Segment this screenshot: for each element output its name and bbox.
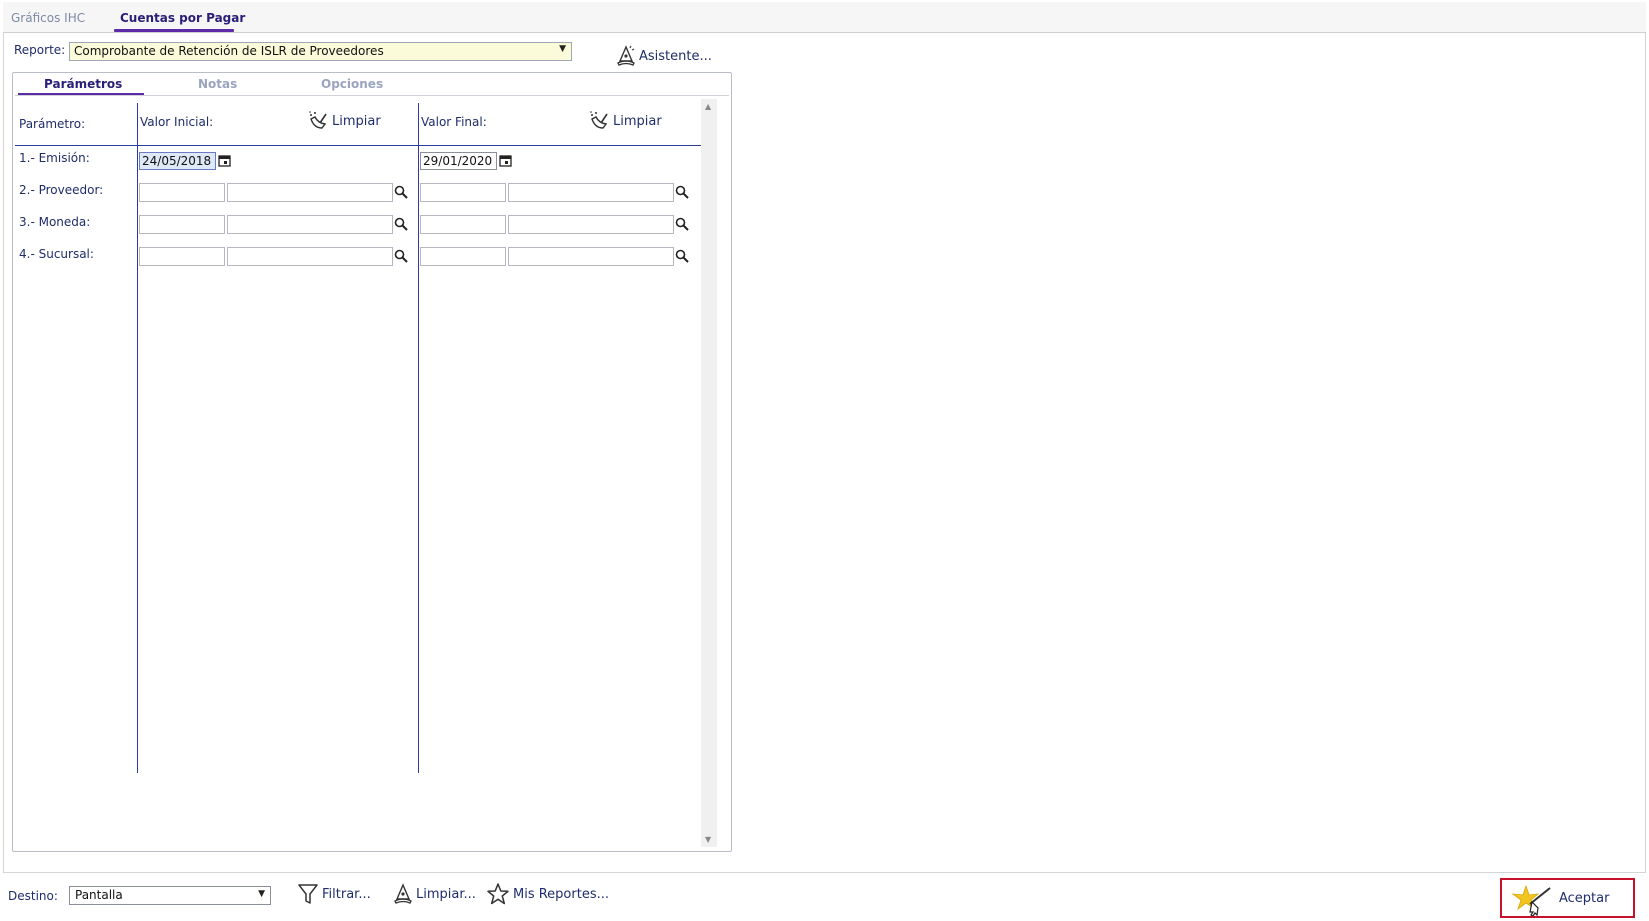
filter-label: Filtrar...	[322, 886, 371, 902]
param-label-proveedor: 2.- Proveedor:	[19, 183, 104, 197]
proveedor-initial-name-input[interactable]	[227, 183, 393, 202]
panel-tab-divider	[15, 95, 729, 96]
search-icon[interactable]	[394, 249, 408, 263]
param-label-moneda: 3.- Moneda:	[19, 215, 91, 229]
panel-scrollbar[interactable]: ▲ ▼	[701, 99, 717, 847]
tab-graficos-ihc[interactable]: Gráficos IHC	[11, 11, 85, 25]
clear-final-button[interactable]: Limpiar	[589, 111, 662, 131]
wizard-label: Asistente...	[639, 48, 712, 64]
emision-final-date-input[interactable]	[420, 152, 497, 170]
sucursal-final-name-input[interactable]	[508, 247, 674, 266]
filter-button[interactable]: Filtrar...	[297, 882, 371, 906]
accept-button[interactable]: Aceptar	[1500, 878, 1635, 918]
tab-opciones[interactable]: Opciones	[321, 77, 383, 91]
proveedor-initial-code-input[interactable]	[139, 183, 225, 202]
clear-initial-button[interactable]: Limpiar	[308, 111, 381, 131]
param-label-sucursal: 4.- Sucursal:	[19, 247, 94, 261]
moneda-final-name-input[interactable]	[508, 215, 674, 234]
proveedor-final-name-input[interactable]	[508, 183, 674, 202]
param-column-header: Parámetro:	[19, 117, 86, 131]
clear-all-button[interactable]: Limpiar...	[393, 882, 476, 906]
broom-icon	[590, 111, 608, 129]
active-tab-indicator	[114, 29, 234, 32]
star-icon	[487, 883, 509, 905]
sucursal-initial-name-input[interactable]	[227, 247, 393, 266]
parameters-panel: Parámetros Notas Opciones Parámetro: Val…	[12, 72, 732, 852]
clear-all-label: Limpiar...	[416, 886, 476, 902]
search-icon[interactable]	[394, 185, 408, 199]
top-tab-bar: Gráficos IHC Cuentas por Pagar	[3, 2, 1646, 33]
initial-value-header: Valor Inicial:	[140, 115, 214, 129]
clear-initial-label: Limpiar	[332, 113, 381, 129]
header-divider	[15, 145, 701, 146]
search-icon[interactable]	[675, 249, 689, 263]
magic-wand-icon	[1511, 884, 1551, 916]
tab-parametros[interactable]: Parámetros	[44, 77, 122, 91]
destination-select[interactable]: Pantalla ▼	[69, 886, 271, 905]
my-reports-button[interactable]: Mis Reportes...	[486, 882, 609, 906]
search-icon[interactable]	[675, 185, 689, 199]
column-divider	[137, 103, 138, 773]
scroll-up-icon[interactable]: ▲	[705, 102, 711, 111]
emision-initial-date-input[interactable]	[139, 152, 216, 170]
dropdown-arrow-icon: ▼	[559, 44, 566, 54]
search-icon[interactable]	[394, 217, 408, 231]
report-label: Reporte:	[14, 43, 66, 57]
search-icon[interactable]	[675, 217, 689, 231]
tab-cuentas-por-pagar[interactable]: Cuentas por Pagar	[120, 11, 245, 25]
dropdown-arrow-icon: ▼	[258, 889, 265, 899]
funnel-icon	[298, 884, 318, 904]
moneda-final-code-input[interactable]	[420, 215, 506, 234]
report-select-value: Comprobante de Retención de ISLR de Prov…	[74, 44, 384, 58]
accept-label: Aceptar	[1559, 891, 1610, 906]
sucursal-initial-code-input[interactable]	[139, 247, 225, 266]
report-select[interactable]: Comprobante de Retención de ISLR de Prov…	[69, 42, 572, 61]
param-label-emision: 1.- Emisión:	[19, 151, 90, 165]
wizard-hat-icon	[394, 883, 412, 904]
scroll-down-icon[interactable]: ▼	[705, 835, 711, 844]
destination-label: Destino:	[8, 889, 58, 903]
wizard-button[interactable]: Asistente...	[616, 45, 712, 67]
final-value-header: Valor Final:	[421, 115, 487, 129]
proveedor-final-code-input[interactable]	[420, 183, 506, 202]
column-divider	[418, 103, 419, 773]
broom-icon	[309, 111, 327, 129]
calendar-icon[interactable]	[499, 154, 512, 167]
destination-select-value: Pantalla	[75, 888, 123, 902]
my-reports-label: Mis Reportes...	[513, 886, 609, 902]
moneda-initial-code-input[interactable]	[139, 215, 225, 234]
clear-final-label: Limpiar	[613, 113, 662, 129]
moneda-initial-name-input[interactable]	[227, 215, 393, 234]
sucursal-final-code-input[interactable]	[420, 247, 506, 266]
calendar-icon[interactable]	[218, 154, 231, 167]
wizard-hat-icon	[617, 45, 635, 66]
tab-notas[interactable]: Notas	[198, 77, 237, 91]
